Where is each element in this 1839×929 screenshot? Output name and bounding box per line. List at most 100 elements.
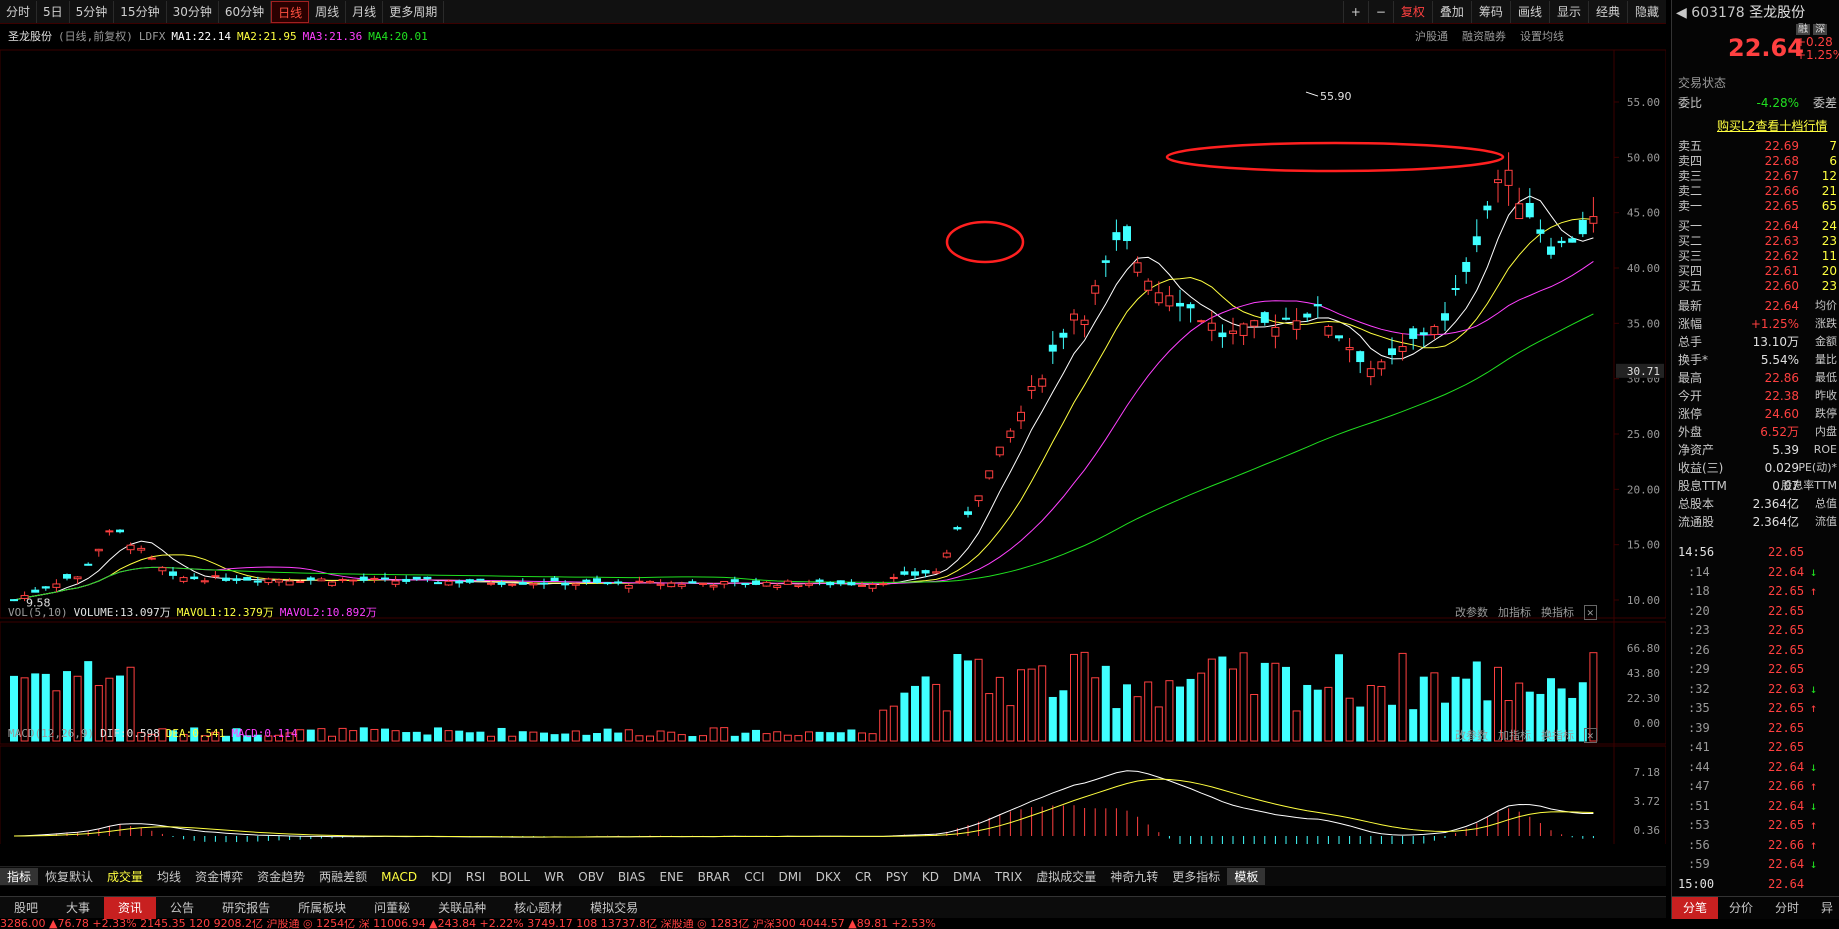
- candle-body: [359, 576, 368, 581]
- macd-links-0[interactable]: 改参数: [1455, 729, 1488, 742]
- stat-row: 换手* 5.54% 量比: [1678, 352, 1839, 368]
- info-tab-3[interactable]: 公告: [156, 897, 208, 919]
- indicator-tab-26[interactable]: 更多指标: [1165, 868, 1227, 885]
- vol-links-1[interactable]: 加指标: [1498, 606, 1531, 619]
- indicator-tab-21[interactable]: KD: [915, 870, 946, 884]
- indicator-tab-20[interactable]: PSY: [879, 870, 915, 884]
- stat-value: 5.39: [1772, 443, 1799, 457]
- formula-name[interactable]: LDFX: [139, 30, 166, 43]
- indicator-tab-8[interactable]: KDJ: [424, 870, 459, 884]
- indicator-tab-22[interactable]: DMA: [946, 870, 988, 884]
- indicator-tab-17[interactable]: DMI: [772, 870, 809, 884]
- ask-label: 卖一: [1678, 199, 1703, 213]
- candle-body: [52, 583, 61, 588]
- tool-button-8[interactable]: 隐藏: [1626, 1, 1666, 23]
- bid-row: 买五 22.60 23: [1678, 278, 1839, 294]
- legend-link-2[interactable]: 设置均线: [1520, 30, 1564, 43]
- info-tab-2[interactable]: 资讯: [104, 896, 157, 919]
- info-tab-8[interactable]: 核心题材: [500, 897, 576, 919]
- indicator-tab-18[interactable]: DKX: [809, 870, 848, 884]
- legend-link-1[interactable]: 融资融券: [1462, 30, 1506, 43]
- indicator-tab-6[interactable]: 两融差额: [312, 868, 374, 885]
- level2-link[interactable]: 购买L2查看十档行情: [1717, 117, 1827, 134]
- period-tab-9[interactable]: 更多周期: [383, 0, 445, 23]
- indicator-tab-13[interactable]: BIAS: [611, 870, 653, 884]
- ask-volume: 21: [1821, 184, 1837, 198]
- quote-tab-3[interactable]: 异: [1810, 897, 1839, 919]
- legend-link-0[interactable]: 沪股通: [1415, 30, 1448, 43]
- tool-button-1[interactable]: −: [1367, 1, 1393, 23]
- kline-chart-area[interactable]: 55.00 50.00 45.00 40.00 35.00 30.00 25.00 20.00…: [0, 24, 1667, 866]
- vol-links-close-icon[interactable]: ✕: [1584, 605, 1597, 620]
- info-tab-1[interactable]: 大事: [52, 897, 104, 919]
- period-tab-4[interactable]: 30分钟: [167, 0, 219, 23]
- candle-body: [370, 577, 379, 580]
- candle-body: [1377, 361, 1386, 370]
- volume-bar: [317, 728, 326, 742]
- info-tab-4[interactable]: 研究报告: [208, 897, 284, 919]
- period-tab-6[interactable]: 日线: [271, 0, 310, 23]
- collapse-icon[interactable]: ◀: [1676, 5, 1687, 21]
- indicator-tab-5[interactable]: 资金趋势: [250, 868, 312, 885]
- indicator-tab-12[interactable]: OBV: [571, 870, 611, 884]
- period-tab-5[interactable]: 60分钟: [219, 0, 272, 23]
- vol-links-0[interactable]: 改参数: [1455, 606, 1488, 619]
- candle-body: [1345, 347, 1354, 351]
- indicator-tab-10[interactable]: BOLL: [492, 870, 537, 884]
- indicator-tab-0[interactable]: 指标: [0, 868, 39, 885]
- macd-links-2[interactable]: 换指标: [1541, 729, 1574, 742]
- indicator-tab-4[interactable]: 资金博弈: [188, 868, 250, 885]
- indicator-tab-25[interactable]: 神奇九转: [1103, 868, 1165, 885]
- indicator-tab-16[interactable]: CCI: [737, 870, 771, 884]
- indicator-tab-11[interactable]: WR: [537, 870, 571, 884]
- period-tab-8[interactable]: 月线: [346, 0, 384, 23]
- indicator-tab-2[interactable]: 成交量: [100, 868, 150, 885]
- vol-links-2[interactable]: 换指标: [1541, 606, 1574, 619]
- tool-button-4[interactable]: 筹码: [1470, 1, 1510, 23]
- tool-button-5[interactable]: 画线: [1509, 1, 1549, 23]
- quote-tab-1[interactable]: 分价: [1718, 897, 1764, 919]
- indicator-tab-24[interactable]: 虚拟成交量: [1029, 868, 1103, 885]
- vol-title: VOL(5,10): [8, 606, 68, 619]
- macd-links-close-icon[interactable]: ✕: [1584, 728, 1597, 743]
- tool-button-6[interactable]: 显示: [1548, 1, 1588, 23]
- candle-body: [964, 511, 972, 515]
- period-tab-2[interactable]: 5分钟: [70, 0, 115, 23]
- period-tab-0[interactable]: 分时: [0, 0, 38, 23]
- indicator-tab-9[interactable]: RSI: [459, 870, 493, 884]
- tool-button-7[interactable]: 经典: [1587, 1, 1627, 23]
- tool-button-3[interactable]: 叠加: [1431, 1, 1471, 23]
- volume-bar: [1409, 709, 1418, 742]
- volume-bar: [614, 732, 623, 742]
- tool-button-0[interactable]: +: [1342, 1, 1368, 23]
- indicator-tab-7[interactable]: MACD: [374, 870, 424, 884]
- indicator-tab-23[interactable]: TRIX: [988, 870, 1029, 884]
- volume-bar: [773, 731, 782, 742]
- kline-svg[interactable]: 55.0050.0045.0040.0035.0030.0025.0020.00…: [0, 24, 1667, 866]
- period-tab-3[interactable]: 15分钟: [114, 0, 167, 23]
- period-tab-1[interactable]: 5日: [37, 0, 70, 23]
- candle-body: [847, 582, 856, 586]
- candle-body: [412, 576, 421, 580]
- info-tab-5[interactable]: 所属板块: [284, 897, 360, 919]
- volume-bar: [1154, 706, 1163, 742]
- indicator-tab-3[interactable]: 均线: [150, 868, 188, 885]
- info-tab-0[interactable]: 股吧: [0, 897, 52, 919]
- indicator-tab-19[interactable]: CR: [848, 870, 879, 884]
- info-tab-7[interactable]: 关联品种: [424, 897, 500, 919]
- period-tab-7[interactable]: 周线: [309, 0, 347, 23]
- quote-tab-2[interactable]: 分时: [1764, 897, 1810, 919]
- change-pct: +1.25%: [1796, 48, 1839, 62]
- indicator-tab-27[interactable]: 模板: [1227, 868, 1266, 885]
- candle-body: [646, 580, 654, 584]
- stat-label: 收益(三): [1678, 461, 1724, 475]
- info-tab-9[interactable]: 模拟交易: [576, 897, 652, 919]
- indicator-tab-14[interactable]: ENE: [652, 870, 690, 884]
- tool-button-2[interactable]: 复权: [1392, 1, 1432, 23]
- stock-title: 圣龙股份: [1749, 5, 1806, 21]
- indicator-tab-15[interactable]: BRAR: [691, 870, 738, 884]
- macd-links-1[interactable]: 加指标: [1498, 729, 1531, 742]
- indicator-tab-1[interactable]: 恢复默认: [38, 868, 100, 885]
- quote-tab-0[interactable]: 分笔: [1672, 897, 1719, 919]
- info-tab-6[interactable]: 问董秘: [360, 897, 424, 919]
